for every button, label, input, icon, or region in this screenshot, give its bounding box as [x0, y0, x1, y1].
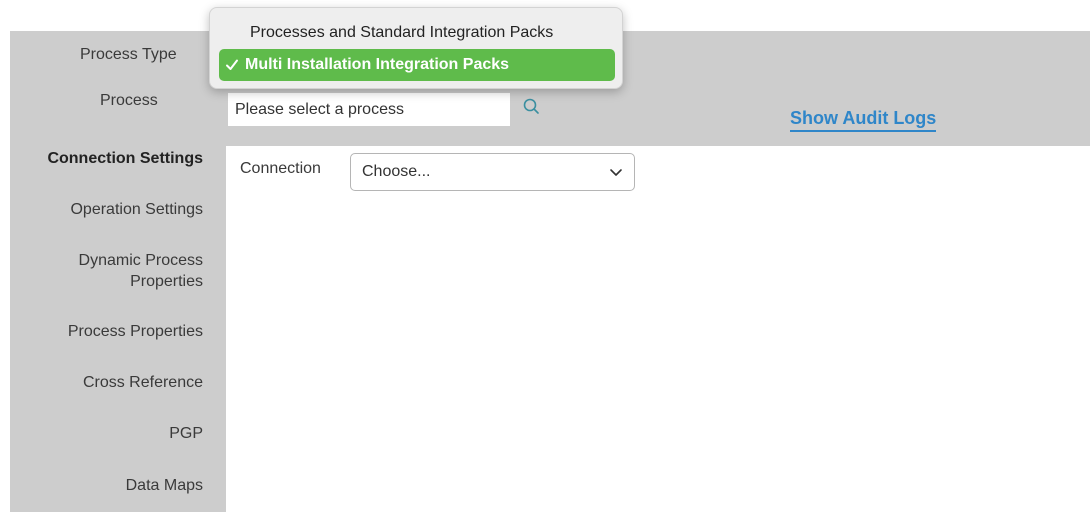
- menu-item-processes-standard-packs[interactable]: Processes and Standard Integration Packs: [219, 17, 615, 49]
- chevron-down-icon: [610, 169, 622, 176]
- settings-sidebar: Connection Settings Operation Settings D…: [10, 146, 226, 512]
- show-audit-logs-link[interactable]: Show Audit Logs: [790, 107, 937, 132]
- menu-item-multi-installation-packs[interactable]: Multi Installation Integration Packs: [219, 49, 615, 81]
- process-type-dropdown-menu: Processes and Standard Integration Packs…: [209, 7, 623, 89]
- search-icon[interactable]: [520, 95, 544, 119]
- sidebar-item-dynamic-process-properties[interactable]: Dynamic Process Properties: [53, 250, 203, 292]
- connection-settings-content: [226, 146, 1090, 512]
- menu-item-label: Multi Installation Integration Packs: [245, 56, 510, 73]
- connection-select[interactable]: Choose...: [350, 153, 635, 191]
- process-type-label: Process Type: [80, 46, 177, 63]
- sidebar-item-process-properties[interactable]: Process Properties: [3, 321, 203, 342]
- sidebar-item-data-maps[interactable]: Data Maps: [3, 475, 203, 496]
- check-icon: [226, 59, 238, 70]
- sidebar-item-pgp[interactable]: PGP: [3, 423, 203, 444]
- connection-label: Connection: [240, 160, 321, 177]
- process-search-input[interactable]: [228, 93, 510, 126]
- extension-settings-page: Process Type Process Show Audit Logs Con…: [0, 0, 1090, 512]
- sidebar-item-connection-settings[interactable]: Connection Settings: [3, 148, 203, 169]
- sidebar-item-cross-reference[interactable]: Cross Reference: [3, 372, 203, 393]
- connection-select-value: Choose...: [362, 163, 431, 180]
- sidebar-item-operation-settings[interactable]: Operation Settings: [3, 199, 203, 220]
- process-label: Process: [100, 92, 158, 109]
